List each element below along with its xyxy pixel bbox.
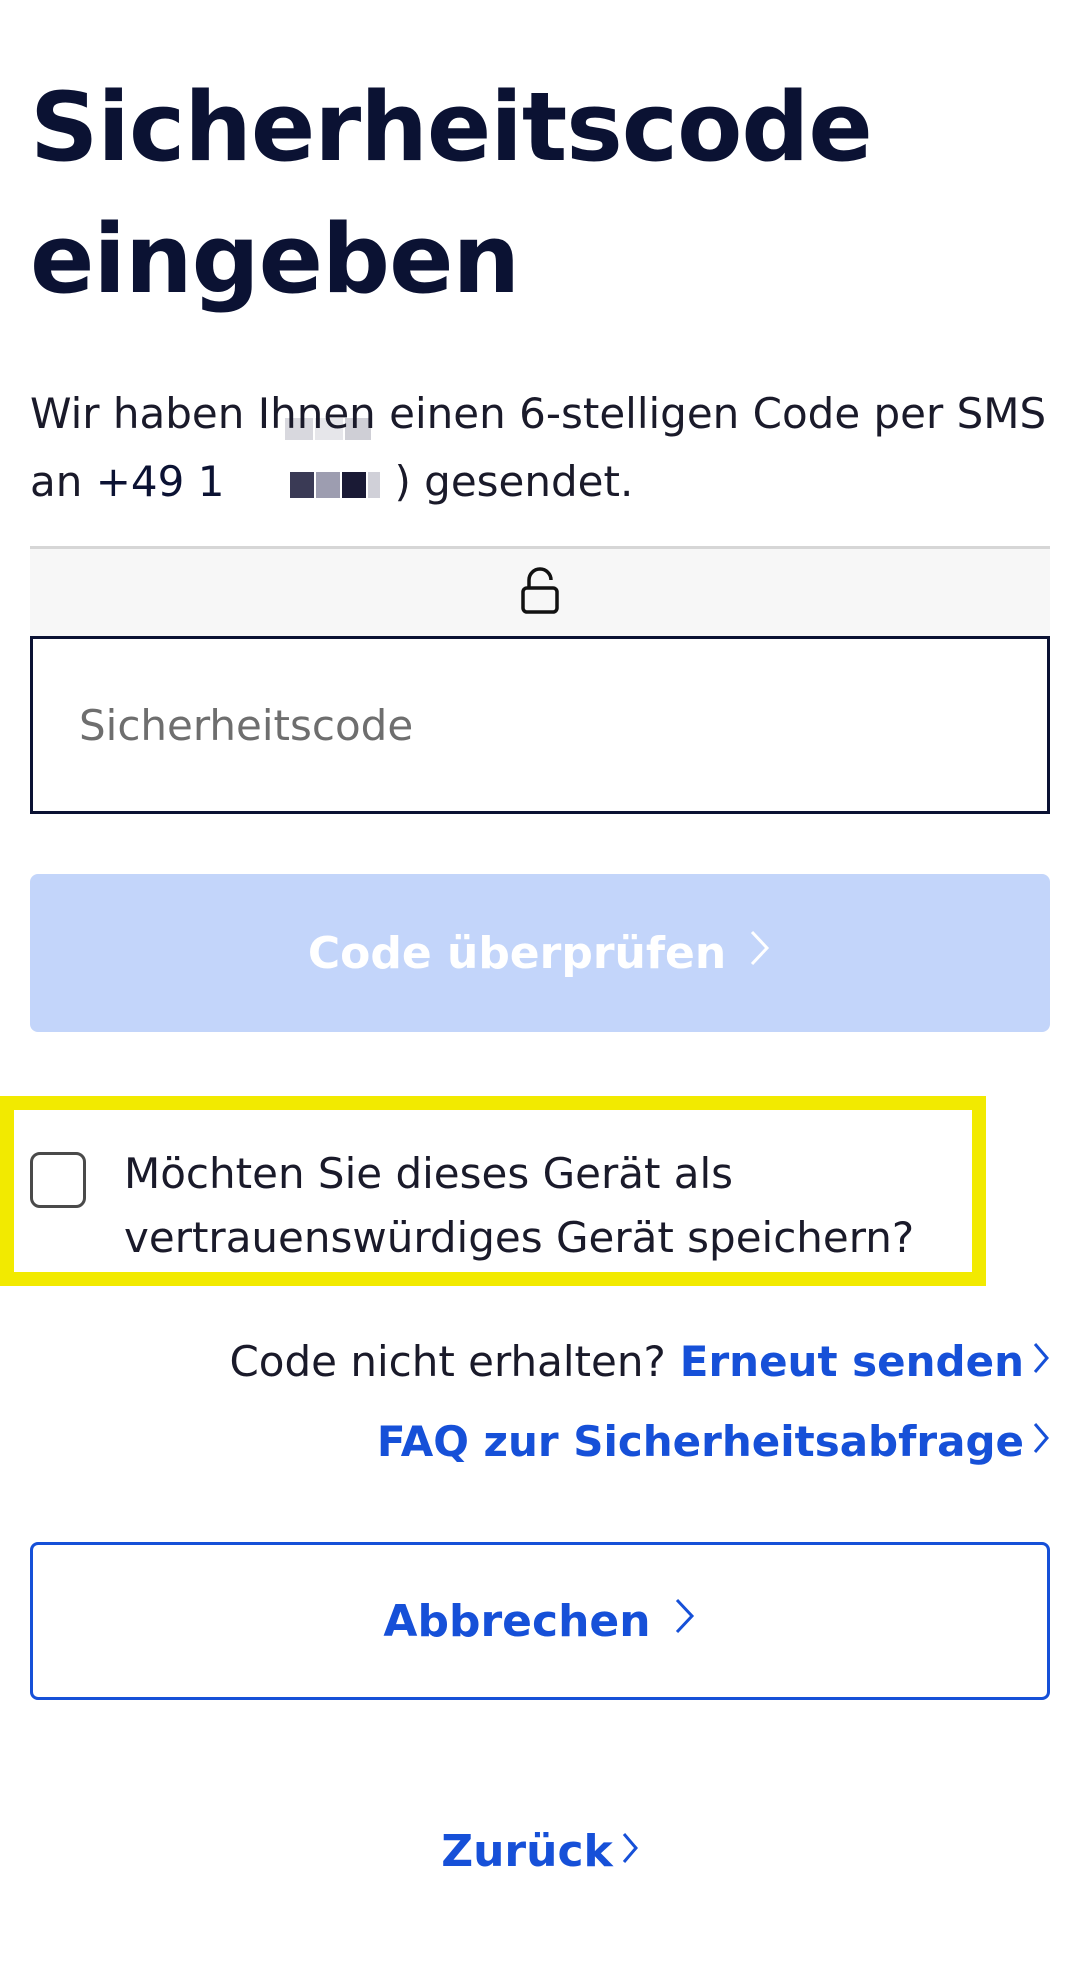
resend-link[interactable]: Erneut senden: [680, 1332, 1050, 1392]
page-title: Sicherheitscode eingeben: [30, 73, 873, 315]
faq-row: FAQ zur Sicherheitsabfrage: [377, 1412, 1050, 1472]
secure-indicator-bar: [30, 546, 1050, 637]
cancel-button[interactable]: Abbrechen: [30, 1542, 1050, 1700]
resend-label: Erneut senden: [679, 1337, 1024, 1386]
back-row: Zurück: [30, 1820, 1050, 1884]
cancel-label: Abbrechen: [383, 1595, 651, 1647]
phone-number: +49 1: [95, 457, 225, 506]
sms-info-text: Wir haben Ihnen einen 6-stelligen Code p…: [30, 380, 1060, 516]
chevron-right-icon: [621, 1820, 639, 1884]
verify-code-label: Code überprüfen: [307, 927, 727, 979]
faq-link[interactable]: FAQ zur Sicherheitsabfrage: [377, 1412, 1050, 1472]
redacted-phone-digits: [224, 468, 394, 502]
chevron-right-icon: [673, 1596, 697, 1647]
intro-suffix: ) gesendet.: [394, 457, 634, 506]
faq-label: FAQ zur Sicherheitsabfrage: [376, 1417, 1024, 1466]
trust-device-option[interactable]: Möchten Sie dieses Gerät als vertrauensw…: [30, 1142, 990, 1270]
back-label: Zurück: [441, 1826, 613, 1877]
trust-device-label: Möchten Sie dieses Gerät als vertrauensw…: [124, 1149, 915, 1262]
resend-row: Code nicht erhalten? Erneut senden: [229, 1332, 1050, 1392]
chevron-right-icon: [1032, 1412, 1050, 1472]
security-code-input[interactable]: [30, 636, 1050, 814]
back-link[interactable]: Zurück: [441, 1820, 639, 1884]
lock-icon: [520, 566, 560, 620]
chevron-right-icon: [748, 928, 772, 979]
chevron-right-icon: [1032, 1332, 1050, 1392]
verify-code-button[interactable]: Code überprüfen: [30, 874, 1050, 1032]
not-received-text: Code nicht erhalten?: [229, 1337, 666, 1386]
trust-device-checkbox[interactable]: [30, 1152, 86, 1208]
